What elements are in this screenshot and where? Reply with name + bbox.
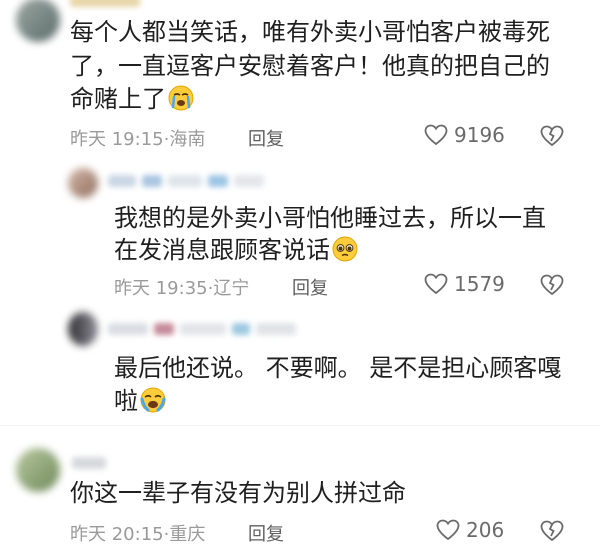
dislike-button[interactable] xyxy=(540,520,564,542)
avatar[interactable] xyxy=(68,312,98,346)
comment-text-line: 每个人都当笑话，唯有外卖小哥怕客户被毒死 xyxy=(70,18,550,46)
comment-meta: 昨天 20:15·重庆 xyxy=(70,524,206,545)
loudly-crying-face-icon xyxy=(140,387,166,422)
dislike-button[interactable] xyxy=(540,274,564,296)
pleading-face-icon xyxy=(332,236,358,271)
like-count: 9196 xyxy=(454,123,505,147)
broken-heart-icon xyxy=(540,125,564,147)
username-blurred[interactable] xyxy=(70,0,140,10)
broken-heart-icon xyxy=(540,520,564,542)
username-blurred[interactable] xyxy=(108,172,264,190)
comment-text-line: 命赌上了 xyxy=(70,83,194,120)
reply-button[interactable]: 回复 xyxy=(248,520,284,546)
avatar[interactable] xyxy=(16,448,60,492)
heart-icon xyxy=(436,519,460,541)
like-button[interactable]: 9196 xyxy=(424,123,505,147)
like-count: 206 xyxy=(466,518,505,542)
like-button[interactable]: 206 xyxy=(436,518,504,542)
heart-icon xyxy=(424,124,448,146)
like-button[interactable]: 1579 xyxy=(424,272,505,296)
comment-text-line: 我想的是外卖小哥怕他睡过去，所以一直 xyxy=(114,204,546,232)
comment-text-line: 最后他还说。 不要啊。 是不是担心顾客嘎 xyxy=(114,354,562,382)
avatar[interactable] xyxy=(68,168,98,198)
reply-button[interactable]: 回复 xyxy=(248,125,284,151)
username-blurred[interactable] xyxy=(72,454,106,472)
dislike-button[interactable] xyxy=(540,125,564,147)
reply-button[interactable]: 回复 xyxy=(292,274,328,300)
comment-meta: 昨天 19:35·辽宁 xyxy=(114,278,250,299)
comment-text-line: 啦 xyxy=(114,385,166,422)
comment-text-line: 在发消息跟顾客说话 xyxy=(114,234,358,271)
like-count: 1579 xyxy=(454,272,505,296)
broken-heart-icon xyxy=(540,274,564,296)
comment-meta: 昨天 19:15·海南 xyxy=(70,129,206,150)
divider xyxy=(0,425,600,426)
comment-text-line: 你这一辈子有没有为别人拼过命 xyxy=(70,479,406,507)
heart-icon xyxy=(424,273,448,295)
comment-text-line: 了，一直逗客户安慰着客户！他真的把自己的 xyxy=(70,52,550,80)
crying-face-icon xyxy=(168,85,194,120)
username-blurred[interactable] xyxy=(108,320,296,338)
avatar[interactable] xyxy=(16,0,60,42)
